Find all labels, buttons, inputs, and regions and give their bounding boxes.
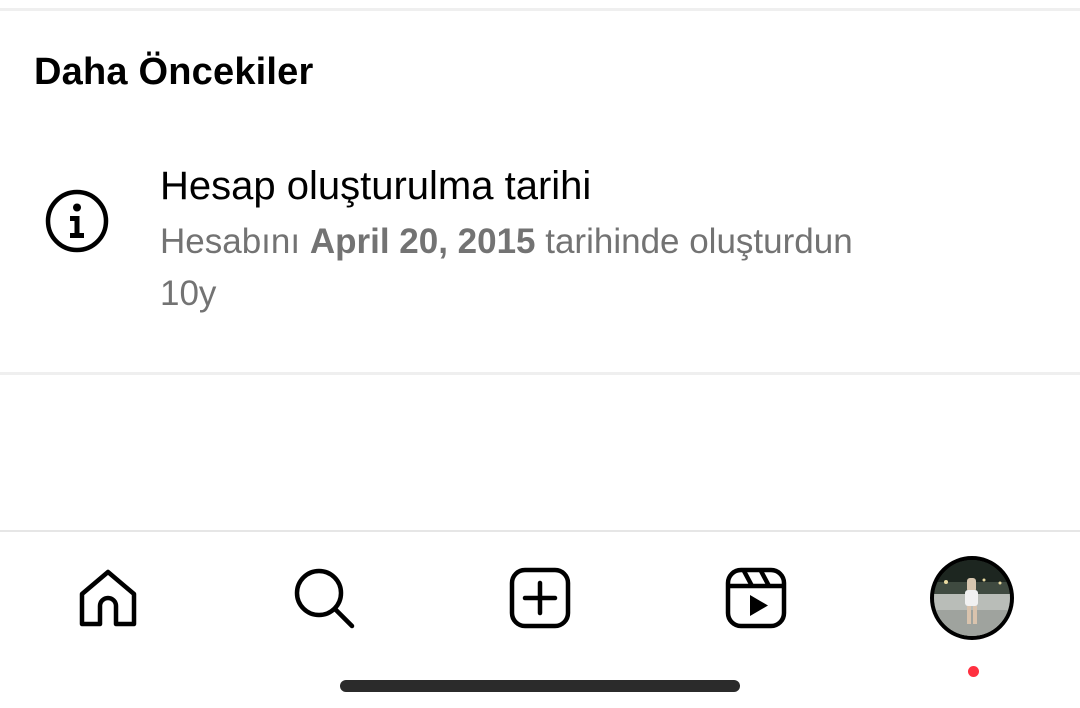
plus-square-icon — [509, 567, 571, 629]
search-icon — [294, 568, 355, 629]
nav-reels-button[interactable] — [724, 566, 788, 630]
activity-item-account-created[interactable]: Hesap oluşturulma tarihi Hesabını April … — [0, 150, 1080, 320]
activity-desc-date: April 20, 2015 — [309, 222, 536, 261]
activity-desc-prefix: Hesabını — [160, 222, 310, 261]
home-indicator — [340, 680, 740, 692]
section-title: Daha Öncekiler — [34, 51, 314, 93]
section-divider — [0, 372, 1080, 375]
activity-description: Hesabını April 20, 2015 tarihinde oluştu… — [160, 220, 853, 264]
activity-time-ago: 10y — [160, 274, 217, 313]
avatar — [930, 556, 1014, 640]
top-divider — [0, 8, 1080, 11]
activity-desc-suffix: tarihinde oluşturdun — [535, 222, 853, 261]
info-icon — [44, 188, 110, 254]
nav-create-button[interactable] — [508, 566, 572, 630]
home-icon — [79, 569, 137, 627]
nav-profile-button[interactable] — [930, 556, 1014, 677]
activity-title: Hesap oluşturulma tarihi — [160, 164, 592, 208]
notification-dot — [968, 666, 979, 677]
reels-icon — [725, 567, 787, 629]
nav-search-button[interactable] — [292, 566, 356, 630]
nav-home-button[interactable] — [76, 566, 140, 630]
